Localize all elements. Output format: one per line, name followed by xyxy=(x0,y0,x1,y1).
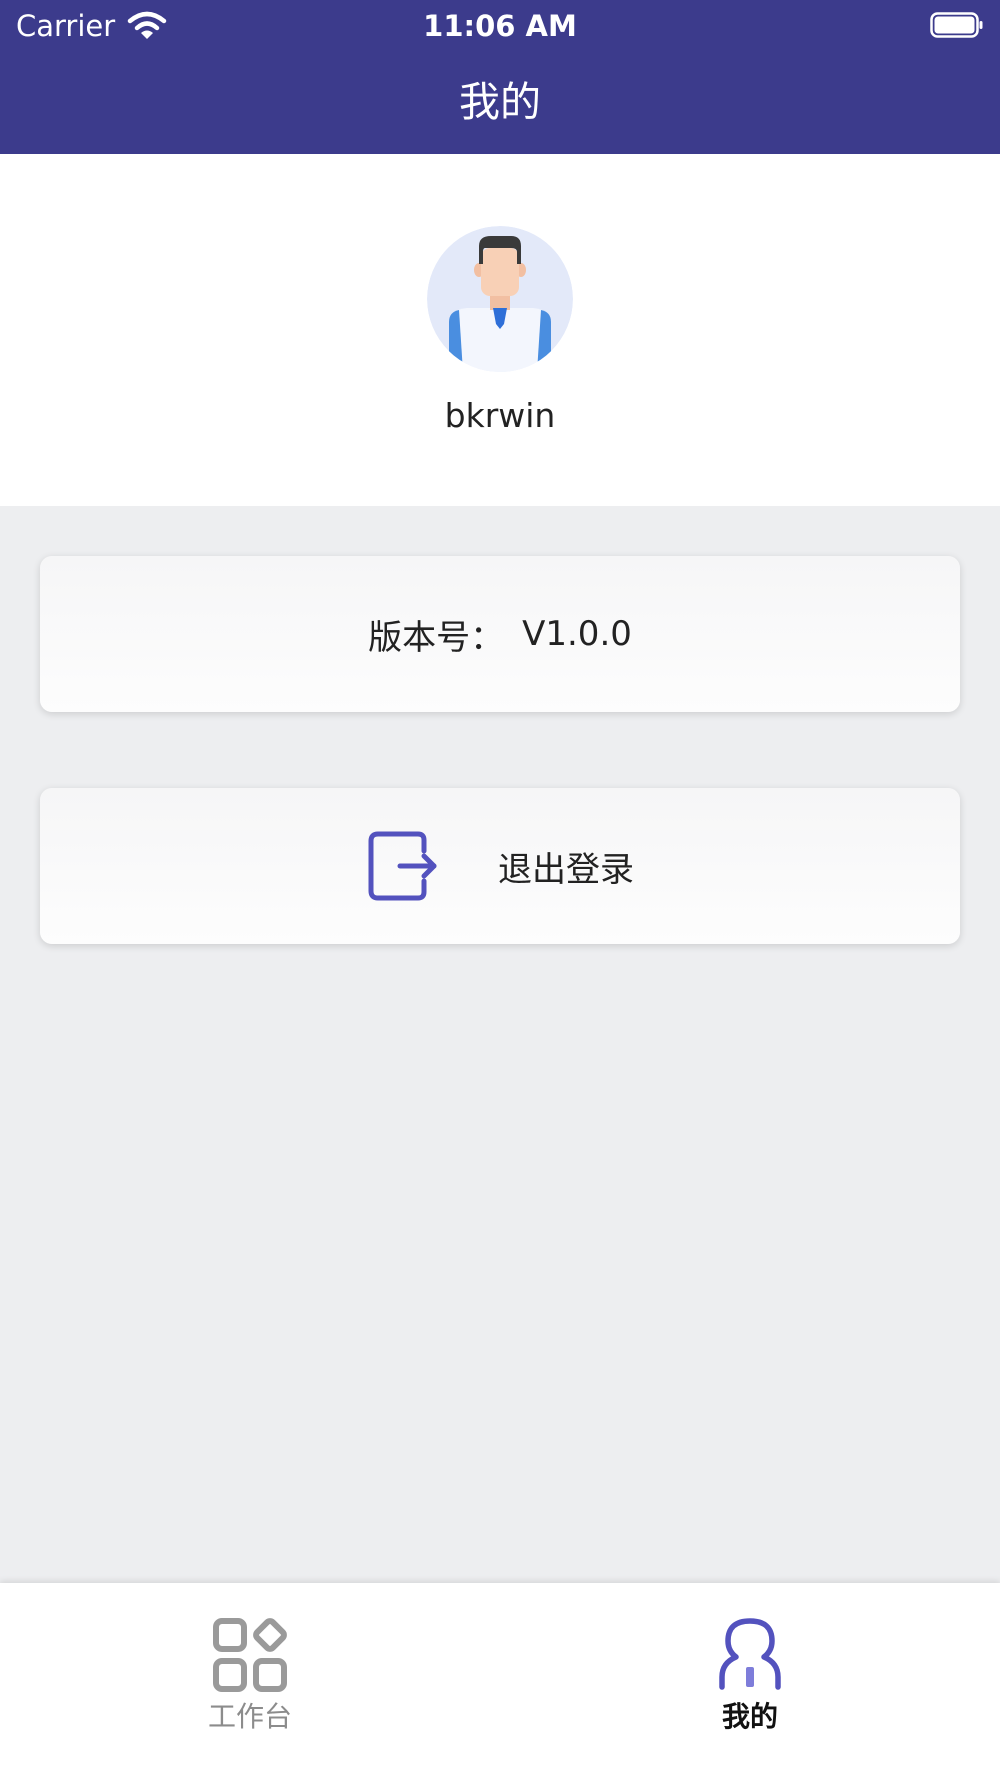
tab-bar: 工作台 我的 xyxy=(0,1583,1000,1778)
profile-section: bkrwin xyxy=(0,154,1000,506)
tab-workbench[interactable]: 工作台 xyxy=(0,1583,500,1743)
version-value: V1.0.0 xyxy=(522,614,632,654)
logout-label: 退出登录 xyxy=(498,849,634,890)
avatar[interactable] xyxy=(427,226,573,372)
grid-icon xyxy=(213,1618,287,1692)
person-icon xyxy=(719,1618,781,1690)
tab-mine-label: 我的 xyxy=(721,1700,778,1733)
page-title: 我的 xyxy=(459,78,541,126)
logout-icon xyxy=(368,831,437,901)
top-bar: Carrier 11:06 AM 我的 xyxy=(0,0,1000,154)
tab-workbench-label: 工作台 xyxy=(207,1700,292,1733)
status-time: 11:06 AM xyxy=(423,9,577,43)
version-label: 版本号： xyxy=(368,617,505,658)
battery-icon xyxy=(930,12,983,38)
tab-mine[interactable]: 我的 xyxy=(500,1583,1000,1743)
logout-button[interactable]: 退出登录 xyxy=(40,788,960,944)
username: bkrwin xyxy=(444,396,556,435)
version-card: 版本号： V1.0.0 xyxy=(40,556,960,712)
user-avatar-icon xyxy=(427,226,573,372)
